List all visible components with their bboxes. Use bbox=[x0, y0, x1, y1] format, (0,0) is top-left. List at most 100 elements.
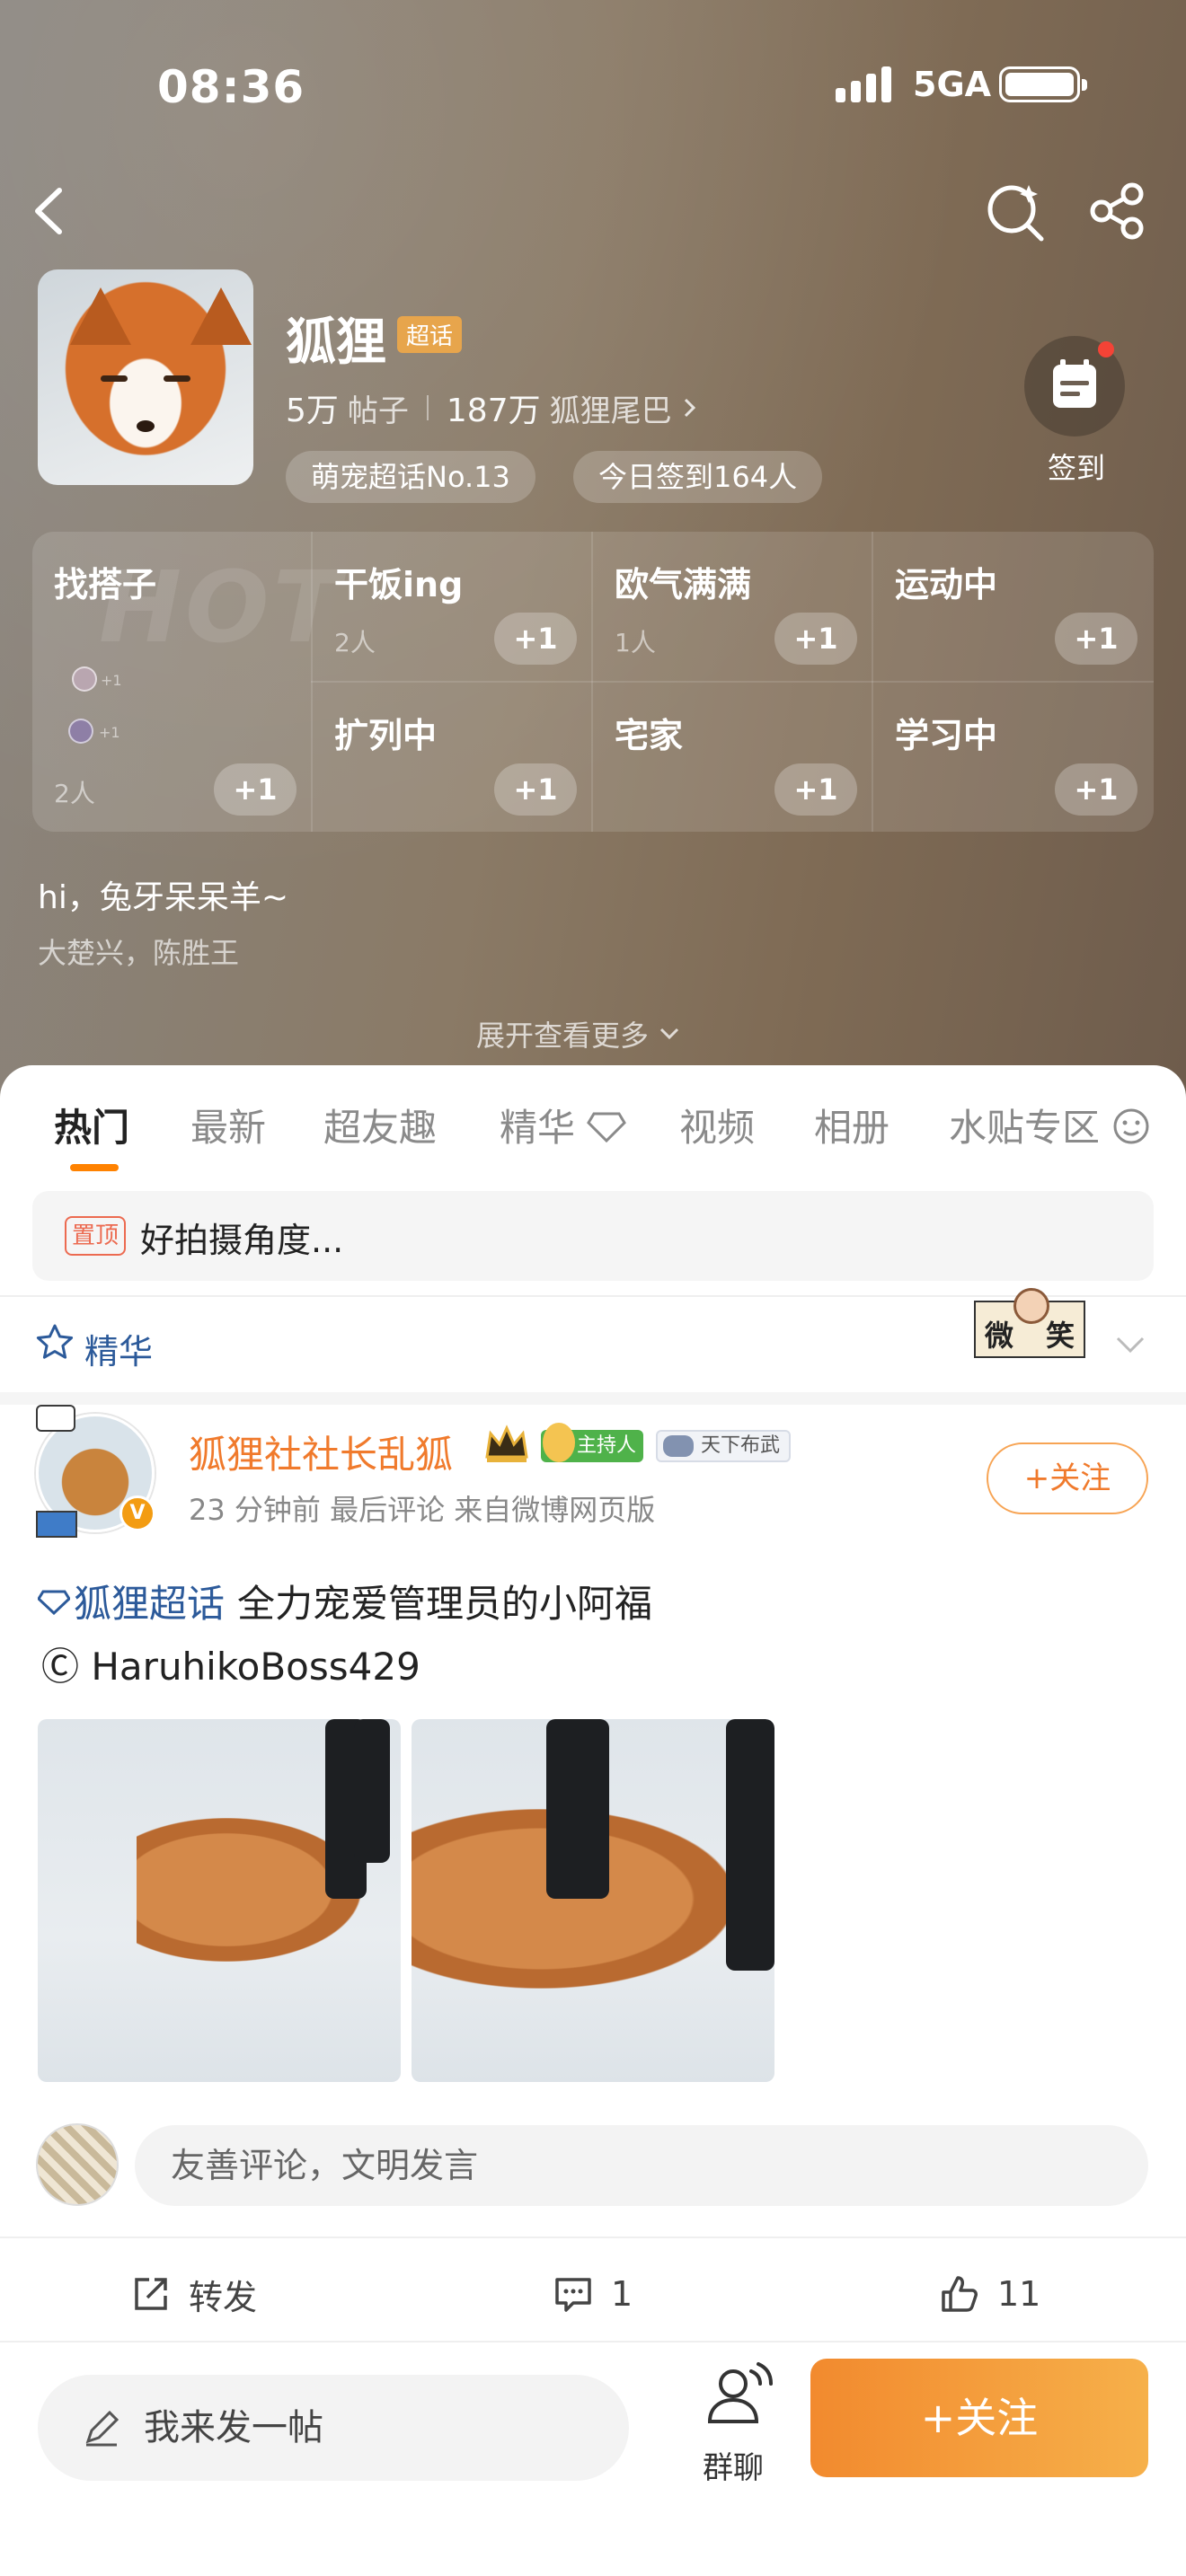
status-title-lucky[interactable]: 欧气满满 bbox=[615, 557, 751, 606]
follow-topic-button[interactable]: +关注 bbox=[810, 2359, 1148, 2477]
tab-album[interactable]: 相册 bbox=[814, 1098, 890, 1152]
pinned-tag: 置顶 bbox=[65, 1216, 127, 1256]
avatar-decoration bbox=[36, 1405, 75, 1432]
like-button[interactable]: 11 bbox=[938, 2267, 1040, 2321]
section-divider bbox=[0, 1295, 1186, 1297]
member-avatar bbox=[72, 666, 97, 692]
chevron-left-icon bbox=[35, 188, 62, 234]
post-image[interactable] bbox=[38, 1719, 401, 2082]
group-chat-label: 群聊 bbox=[703, 2450, 764, 2486]
status-plus-one-button[interactable]: +1 bbox=[1055, 613, 1137, 665]
fox-eye bbox=[101, 375, 128, 382]
status-plus-one-button[interactable]: +1 bbox=[494, 613, 577, 665]
search-button[interactable] bbox=[984, 180, 1047, 243]
checkin-count-chip[interactable]: 今日签到164人 bbox=[573, 451, 823, 503]
active-tab-indicator bbox=[70, 1164, 119, 1171]
tab-fun[interactable]: 超友趣 bbox=[323, 1098, 437, 1152]
pinned-text: 好拍摄角度... bbox=[140, 1221, 344, 1260]
signal-icon bbox=[836, 66, 891, 102]
status-plus-one-button[interactable]: +1 bbox=[214, 763, 296, 816]
member-plus-tag: +1 bbox=[101, 672, 122, 689]
group-chat-icon bbox=[707, 2362, 773, 2423]
comment-count: 1 bbox=[611, 2274, 633, 2314]
checkin-button[interactable] bbox=[1024, 336, 1125, 437]
fox-ear bbox=[70, 287, 131, 345]
tab-hot[interactable]: 热门 bbox=[54, 1098, 129, 1152]
my-avatar bbox=[36, 2123, 119, 2206]
fans-label[interactable]: 狐狸尾巴 bbox=[550, 386, 672, 430]
diamond-icon bbox=[587, 1112, 627, 1143]
status-title-stay-home[interactable]: 宅家 bbox=[615, 708, 683, 757]
status-bar: 08:36 5GA bbox=[0, 54, 1186, 117]
bottom-bar: 我来发一帖 群聊 +关注 bbox=[0, 2341, 1186, 2576]
smile-sticker: 微 笑 bbox=[974, 1288, 1085, 1358]
post-credit: Ⓒ HaruhikoBoss429 bbox=[41, 1645, 420, 1689]
thumbs-up-icon bbox=[942, 2276, 978, 2312]
post-image[interactable] bbox=[412, 1719, 774, 2082]
back-button[interactable] bbox=[25, 180, 79, 243]
smiley-icon bbox=[1113, 1108, 1149, 1144]
status-plus-one-button[interactable]: +1 bbox=[774, 763, 857, 816]
tab-video[interactable]: 视频 bbox=[679, 1098, 755, 1152]
compose-post-button[interactable]: 我来发一帖 bbox=[38, 2375, 629, 2481]
sticker-face bbox=[1013, 1288, 1049, 1324]
fox-eye bbox=[164, 375, 190, 382]
status-title-exercising[interactable]: 运动中 bbox=[895, 557, 997, 606]
game-badge-label: 天下布武 bbox=[701, 1434, 781, 1457]
leg-figure bbox=[354, 1719, 390, 1863]
fans-count: 187万 bbox=[446, 393, 541, 429]
status-grid: HOT 找搭子 +1 +1 2人 +1 干饭ing 2人 +1 欧气满满 1人 … bbox=[32, 532, 1154, 832]
tab-featured[interactable]: 精华 bbox=[500, 1098, 627, 1152]
tab-latest[interactable]: 最新 bbox=[190, 1098, 266, 1152]
tab-water-posts-label: 水贴专区 bbox=[949, 1106, 1101, 1150]
follow-author-button[interactable]: +关注 bbox=[987, 1442, 1148, 1514]
avatar-decoration bbox=[36, 1511, 77, 1538]
status-count: 2人 bbox=[334, 628, 376, 657]
post-meta: 23 分钟前 最后评论 来自微博网页版 bbox=[189, 1493, 656, 1527]
status-count: 2人 bbox=[54, 779, 95, 808]
tab-bar: 热门 最新 超友趣 精华 视频 相册 水贴专区 bbox=[0, 1098, 1186, 1169]
leg-figure bbox=[546, 1719, 609, 1899]
sticker-text-right: 笑 bbox=[1046, 1319, 1075, 1353]
gamepad-icon bbox=[663, 1435, 694, 1457]
rank-chip[interactable]: 萌宠超话No.13 bbox=[286, 451, 535, 503]
tab-featured-label: 精华 bbox=[500, 1106, 576, 1150]
tab-water-posts[interactable]: 水贴专区 bbox=[949, 1098, 1151, 1152]
status-title-studying[interactable]: 学习中 bbox=[895, 708, 997, 757]
notification-dot bbox=[1098, 341, 1114, 357]
compose-label: 我来发一帖 bbox=[144, 2407, 323, 2448]
status-plus-one-button[interactable]: +1 bbox=[774, 613, 857, 665]
comment-input[interactable]: 友善评论，文明发言 bbox=[135, 2125, 1148, 2206]
sticker-text-left: 微 bbox=[985, 1319, 1014, 1353]
share-button[interactable] bbox=[1089, 181, 1146, 241]
member-avatar bbox=[68, 719, 93, 744]
status-plus-one-button[interactable]: +1 bbox=[1055, 763, 1137, 816]
share-icon bbox=[1090, 182, 1144, 240]
topic-link[interactable]: 狐狸超话 bbox=[74, 1574, 225, 1628]
stats-divider bbox=[426, 395, 429, 420]
status-plus-one-button[interactable]: +1 bbox=[494, 763, 577, 816]
featured-filter-label[interactable]: 精华 bbox=[84, 1324, 153, 1373]
content-sheet: 热门 最新 超友趣 精华 视频 相册 水贴专区 置顶 好拍摄角度... 精华 微… bbox=[0, 1065, 1186, 2576]
post-text-line1: 狐狸超话 全力宠爱管理员的小阿福 bbox=[38, 1574, 652, 1628]
checkin-label: 签到 bbox=[1048, 451, 1106, 485]
status-title-eating[interactable]: 干饭ing bbox=[334, 557, 463, 606]
repost-icon bbox=[135, 2278, 167, 2310]
posts-label: 帖子 bbox=[347, 393, 409, 429]
topic-diamond-icon bbox=[38, 1590, 70, 1615]
pinned-post[interactable]: 置顶 好拍摄角度... bbox=[32, 1191, 1154, 1281]
topic-intro-line1: hi，兔牙呆呆羊~ bbox=[38, 879, 288, 916]
repost-button[interactable]: 转发 bbox=[129, 2267, 257, 2321]
leg-figure bbox=[726, 1719, 774, 1971]
section-gap bbox=[0, 1392, 1186, 1405]
host-badge-label: 主持人 bbox=[577, 1434, 637, 1457]
topic-avatar[interactable] bbox=[38, 269, 253, 485]
like-count: 11 bbox=[997, 2274, 1041, 2314]
author-name[interactable]: 狐狸社社长乱狐 bbox=[189, 1425, 453, 1479]
expand-more-label: 展开查看更多 bbox=[476, 1019, 650, 1053]
comment-button[interactable]: 1 bbox=[552, 2267, 633, 2321]
chevron-down-icon[interactable] bbox=[1112, 1328, 1148, 1363]
status-title-find-partner[interactable]: 找搭子 bbox=[54, 557, 156, 606]
expand-more-button[interactable]: 展开查看更多 bbox=[476, 1013, 681, 1054]
status-title-expand-friends[interactable]: 扩列中 bbox=[334, 708, 437, 757]
